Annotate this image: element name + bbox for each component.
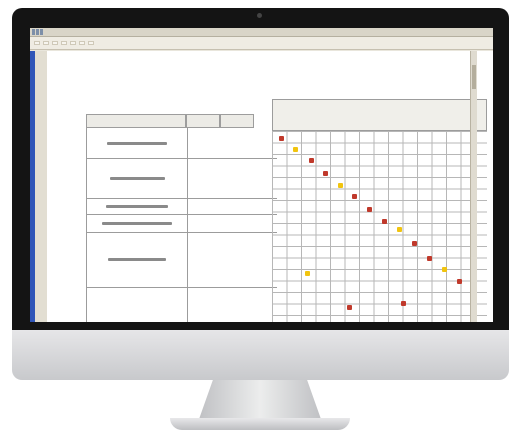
cell-grid[interactable] <box>272 131 487 322</box>
yellow-marker <box>338 183 343 188</box>
table-row[interactable] <box>86 158 277 199</box>
table-row[interactable] <box>86 287 277 322</box>
ribbon-tab[interactable] <box>88 41 94 45</box>
red-marker <box>347 305 352 310</box>
red-marker <box>309 158 314 163</box>
red-marker <box>279 136 284 141</box>
red-marker <box>401 301 406 306</box>
red-marker <box>427 256 432 261</box>
red-marker <box>323 171 328 176</box>
red-marker <box>412 241 417 246</box>
monitor-stand-base <box>170 418 350 430</box>
row-header <box>86 114 186 128</box>
table-row[interactable] <box>86 128 277 159</box>
vertical-scrollbar[interactable] <box>470 51 477 322</box>
ribbon-toolbar[interactable] <box>30 37 493 50</box>
red-marker <box>367 207 372 212</box>
quick-access-toolbar[interactable] <box>32 29 46 36</box>
red-marker <box>352 194 357 199</box>
ribbon-tab[interactable] <box>52 41 58 45</box>
ribbon-tab[interactable] <box>61 41 67 45</box>
monitor-chin <box>12 330 509 380</box>
yellow-marker <box>397 227 402 232</box>
yellow-marker <box>305 271 310 276</box>
window-titlebar <box>30 28 493 37</box>
red-marker <box>457 279 462 284</box>
ribbon-tab[interactable] <box>79 41 85 45</box>
column-header <box>272 99 487 131</box>
camera-icon <box>257 13 262 18</box>
table-row[interactable] <box>86 214 277 233</box>
row-header <box>186 114 220 128</box>
ribbon-tab[interactable] <box>34 41 40 45</box>
red-marker <box>382 219 387 224</box>
yellow-marker <box>442 267 447 272</box>
yellow-marker <box>293 147 298 152</box>
scrollbar-thumb[interactable] <box>472 65 476 89</box>
table-row[interactable] <box>86 232 277 288</box>
spreadsheet[interactable] <box>47 51 493 322</box>
screen <box>30 28 493 322</box>
row-header <box>220 114 254 128</box>
monitor-stand-neck <box>198 380 322 422</box>
table-row[interactable] <box>86 198 277 215</box>
ribbon-tab[interactable] <box>43 41 49 45</box>
ribbon-tab[interactable] <box>70 41 76 45</box>
